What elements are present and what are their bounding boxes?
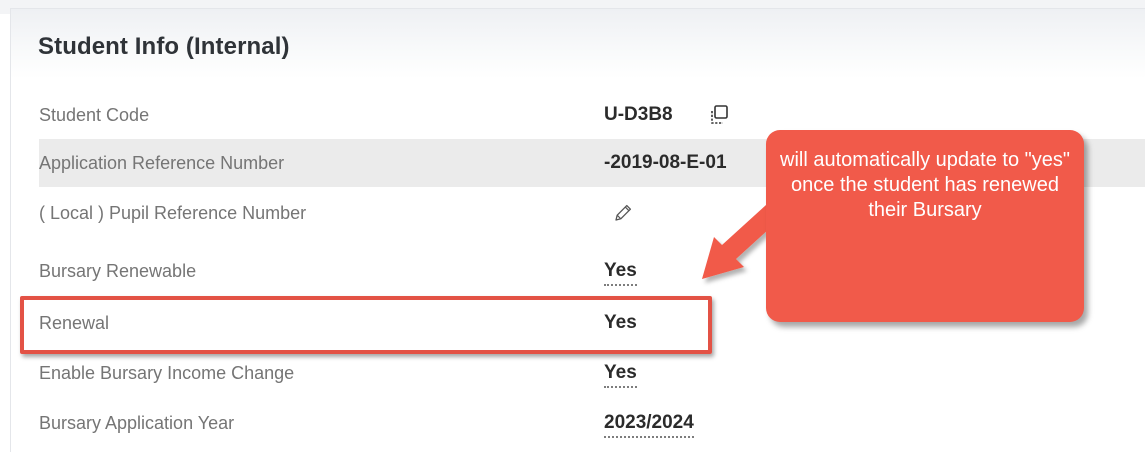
callout-text: will automatically update to "yes" once …: [780, 149, 1070, 221]
renewal-highlight-box: [20, 296, 712, 354]
row-label: Bursary Application Year: [39, 413, 235, 433]
annotation-callout: will automatically update to "yes" once …: [766, 130, 1084, 322]
row-application-year: Bursary Application Year 2023/2024: [39, 399, 1145, 447]
row-enable-income-change: Enable Bursary Income Change Yes: [39, 349, 1145, 397]
student-code-value: U-D3B8: [604, 104, 673, 125]
panel-title: Student Info (Internal): [38, 33, 290, 60]
application-year-value[interactable]: 2023/2024: [604, 412, 694, 438]
row-label: Enable Bursary Income Change: [39, 363, 295, 383]
row-label: ( Local ) Pupil Reference Number: [39, 203, 307, 223]
panel-header: Student Info (Internal): [11, 9, 1145, 79]
row-label: Student Code: [39, 105, 150, 125]
copy-icon[interactable]: [708, 104, 730, 126]
row-label: Bursary Renewable: [39, 261, 197, 281]
pencil-icon[interactable]: [613, 203, 633, 223]
row-label: Application Reference Number: [39, 153, 285, 173]
application-reference-value: -2019-08-E-01: [604, 152, 727, 173]
enable-income-change-value[interactable]: Yes: [604, 362, 637, 388]
page: Student Info (Internal) Student Code U-D…: [0, 0, 1145, 452]
bursary-renewable-value[interactable]: Yes: [604, 260, 637, 286]
